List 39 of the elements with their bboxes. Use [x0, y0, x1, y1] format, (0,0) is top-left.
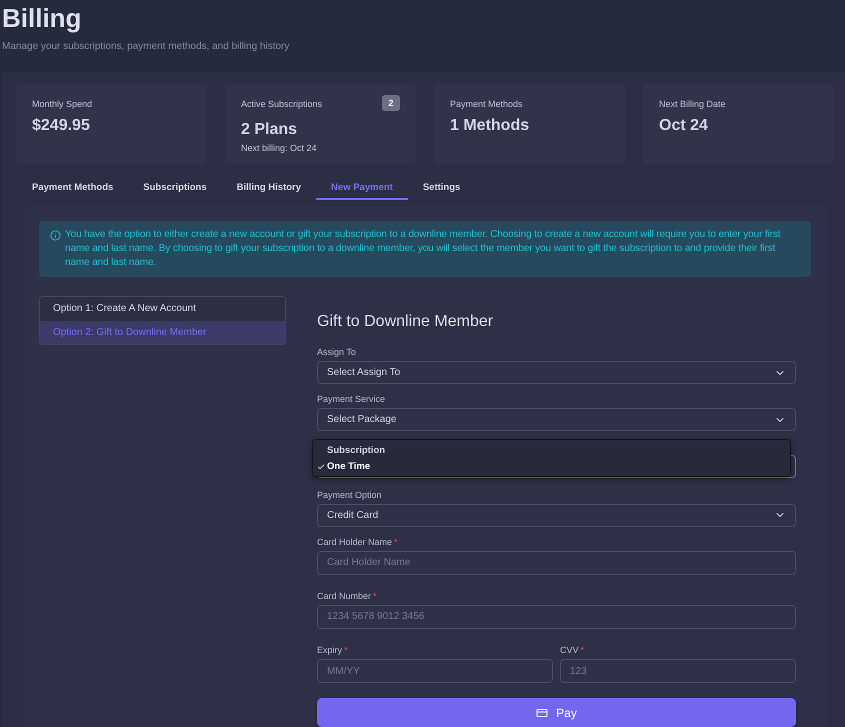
option-item[interactable]: Option 1: Create A New Account: [40, 297, 285, 320]
text-field[interactable]: MM/YY: [317, 659, 553, 684]
tab[interactable]: Settings: [408, 176, 476, 200]
check-icon: [317, 463, 325, 472]
stat-label: Payment Methods: [450, 98, 523, 110]
count-badge: 2: [382, 95, 400, 111]
form-title: Gift to Downline Member: [317, 312, 494, 332]
tab[interactable]: Billing History: [222, 176, 316, 200]
select-field[interactable]: Select Assign To: [317, 361, 796, 384]
field-label: CVV *: [560, 644, 584, 656]
field-label: Assign To: [317, 346, 356, 358]
tab[interactable]: Payment Methods: [17, 176, 128, 200]
alert-text: You have the option to either create a new account or gift your subscription to a downline member. Choosing to create a new account will require you to enter your first name and last name. By choosing to gift your subscription to a downline member, you will select the member you want to gift the subscription to and provide their first name and last name.: [65, 228, 782, 270]
stat-label: Active Subscriptions: [241, 98, 322, 110]
stat-value: Oct 24: [659, 116, 708, 136]
credit-card-icon: [536, 706, 548, 719]
field-label: Expiry *: [317, 644, 348, 656]
stat-value: 1 Methods: [450, 116, 530, 136]
text-field[interactable]: 123: [560, 659, 796, 684]
page-title: Billing: [2, 2, 82, 34]
stat-label: Next Billing Date: [659, 98, 726, 110]
field-label: Card Number *: [317, 590, 377, 602]
text-field[interactable]: 1234 5678 9012 3456: [317, 604, 796, 629]
stat-value: 2 Plans: [241, 120, 298, 140]
info-icon: [50, 230, 61, 240]
field-label: Payment Option: [317, 488, 382, 501]
dropdown-option[interactable]: One Time: [313, 459, 376, 476]
select-field[interactable]: Select Package: [317, 408, 796, 432]
stat-note: Next billing: Oct 24: [241, 142, 317, 154]
tab[interactable]: Subscriptions: [128, 176, 222, 200]
stat-label: Monthly Spend: [32, 98, 92, 110]
pay-button[interactable]: Pay: [317, 698, 796, 727]
select-field[interactable]: Credit Card: [317, 504, 796, 527]
stat-value: $249.95: [32, 116, 90, 136]
text-field[interactable]: Card Holder Name: [317, 550, 796, 575]
field-label: Payment Service: [317, 393, 386, 406]
field-label: Card Holder Name *: [317, 536, 398, 548]
page-subtitle: Manage your subscriptions, payment methods, and billing history: [2, 40, 290, 54]
dropdown-option[interactable]: Subscription: [313, 443, 392, 460]
